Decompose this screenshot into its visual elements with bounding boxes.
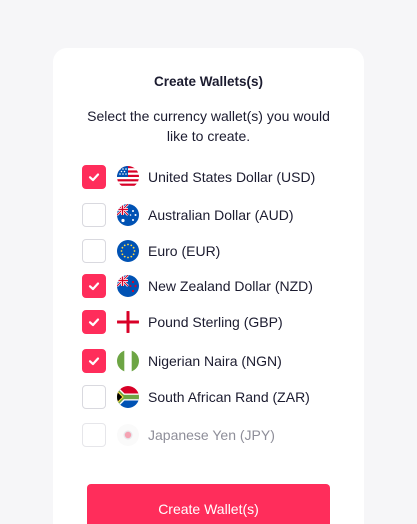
usd-label: United States Dollar (USD) <box>148 169 316 185</box>
gbp-label: Pound Sterling (GBP) <box>148 314 283 330</box>
eu-flag-icon <box>117 240 139 262</box>
ngn-checkbox[interactable] <box>82 349 106 373</box>
dialog-title: Create Wallets(s) <box>153 74 264 89</box>
gbp-checkbox[interactable] <box>82 310 106 334</box>
jpy-label: Japanese Yen (JPY) <box>148 427 275 443</box>
za-flag-icon <box>117 386 139 408</box>
jpy-checkbox[interactable] <box>82 423 106 447</box>
nzd-checkbox[interactable] <box>82 274 106 298</box>
jp-flag-icon <box>117 424 139 446</box>
checkmark-icon <box>88 357 100 366</box>
currency-option-jpy[interactable]: Japanese Yen (JPY) <box>82 423 342 447</box>
aud-checkbox[interactable] <box>82 203 106 227</box>
eur-checkbox[interactable] <box>82 239 106 263</box>
ng-flag-icon <box>117 350 139 372</box>
zar-label: South African Rand (ZAR) <box>148 389 310 405</box>
us-flag-icon <box>117 166 139 188</box>
currency-option-aud[interactable]: Australian Dollar (AUD) <box>82 203 342 227</box>
nz-flag-icon <box>117 275 139 297</box>
currency-option-eur[interactable]: Euro (EUR) <box>82 239 342 263</box>
usd-checkbox[interactable] <box>82 165 106 189</box>
eur-label: Euro (EUR) <box>148 243 221 259</box>
dialog-subtitle: Select the currency wallet(s) you would … <box>87 108 330 144</box>
zar-checkbox[interactable] <box>82 385 106 409</box>
create-wallets-button[interactable]: Create Wallet(s) <box>87 484 330 524</box>
currency-option-ngn[interactable]: Nigerian Naira (NGN) <box>82 349 342 373</box>
currency-option-zar[interactable]: South African Rand (ZAR) <box>82 385 342 409</box>
checkmark-icon <box>88 173 100 182</box>
aud-label: Australian Dollar (AUD) <box>148 207 294 223</box>
au-flag-icon <box>117 204 139 226</box>
ngn-label: Nigerian Naira (NGN) <box>148 353 282 369</box>
checkmark-icon <box>88 318 100 327</box>
england-flag-icon <box>117 311 139 333</box>
checkmark-icon <box>88 282 100 291</box>
currency-option-usd[interactable]: United States Dollar (USD) <box>82 165 342 189</box>
currency-option-nzd[interactable]: New Zealand Dollar (NZD) <box>82 274 342 298</box>
currency-option-gbp[interactable]: Pound Sterling (GBP) <box>82 310 342 334</box>
create-wallets-card: Create Wallets(s) Select the currency wa… <box>53 48 364 524</box>
nzd-label: New Zealand Dollar (NZD) <box>148 278 313 294</box>
